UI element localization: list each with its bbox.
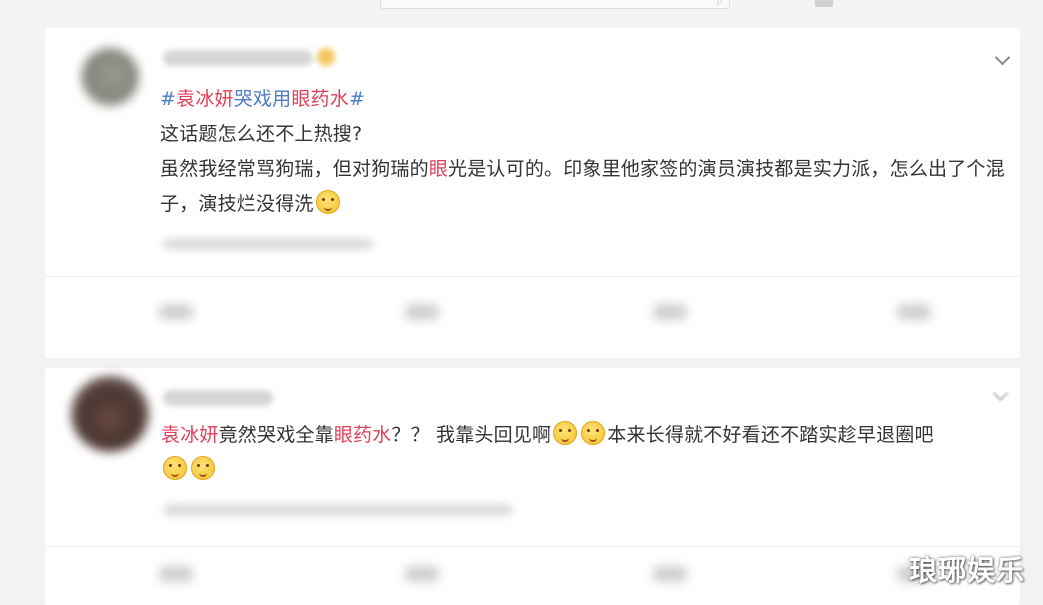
- share-icon[interactable]: [159, 304, 193, 320]
- search-icon[interactable]: ⌕: [716, 0, 723, 9]
- comment-icon[interactable]: [405, 304, 439, 320]
- watermark: 琅琊娱乐: [908, 554, 1025, 587]
- comment-line: 这话题怎么还不上热搜?: [160, 123, 363, 145]
- comment-card: 袁冰妍竟然哭戏全靠眼药水？？ 我靠头回见啊 本来长得就不好看还不踏实趁早退圈吧: [45, 368, 1020, 605]
- search-input[interactable]: ⌕: [380, 0, 730, 9]
- smile-emoji-icon: [163, 456, 187, 480]
- repost-icon[interactable]: [653, 566, 687, 582]
- topic-hash: #: [348, 88, 366, 110]
- avatar[interactable]: [81, 48, 139, 106]
- avatar[interactable]: [71, 376, 149, 452]
- chevron-down-icon[interactable]: [994, 49, 1011, 66]
- comment-line: 虽然我经常骂狗瑞，但对狗瑞的眼光是认可的。印象里他家签的演员演技都是实力派，怎么…: [160, 158, 1005, 215]
- comment-meta: [163, 504, 513, 516]
- share-icon[interactable]: [159, 566, 193, 582]
- chevron-down-icon[interactable]: [992, 385, 1009, 402]
- topic-hash: #: [160, 88, 177, 110]
- smile-emoji-icon: [581, 421, 606, 445]
- comment-line: 袁冰妍竟然哭戏全靠眼药水？？ 我靠头回见啊 本来长得就不好看还不踏实趁早退圈吧: [161, 418, 1011, 453]
- username[interactable]: [163, 50, 313, 66]
- topic-line[interactable]: #袁冰妍哭戏用眼药水#: [160, 82, 1020, 117]
- topic-keyword: 眼药水: [291, 88, 349, 110]
- comment-icon[interactable]: [405, 566, 439, 582]
- username[interactable]: [163, 390, 273, 406]
- badge-icon: [317, 48, 335, 66]
- smile-emoji-icon: [191, 456, 215, 480]
- comment-meta: [163, 238, 373, 250]
- comment-card: #袁冰妍哭戏用眼药水# 这话题怎么还不上热搜? 虽然我经常骂狗瑞，但对狗瑞的眼光…: [45, 28, 1020, 358]
- smile-emoji-icon: [315, 190, 340, 214]
- comment-text: 袁冰妍竟然哭戏全靠眼药水？？ 我靠头回见啊 本来长得就不好看还不踏实趁早退圈吧: [161, 418, 1011, 488]
- topic-text: 哭戏用: [233, 88, 292, 110]
- topic-name: 袁冰妍: [176, 88, 234, 110]
- like-icon[interactable]: [897, 304, 931, 320]
- divider: [45, 546, 1020, 547]
- emoji-line: [161, 453, 1011, 488]
- repost-icon[interactable]: [653, 304, 687, 320]
- comment-text: #袁冰妍哭戏用眼药水# 这话题怎么还不上热搜? 虽然我经常骂狗瑞，但对狗瑞的眼光…: [160, 82, 1020, 222]
- divider: [45, 276, 1020, 277]
- menu-icon[interactable]: [815, 0, 833, 7]
- smile-emoji-icon: [553, 421, 578, 445]
